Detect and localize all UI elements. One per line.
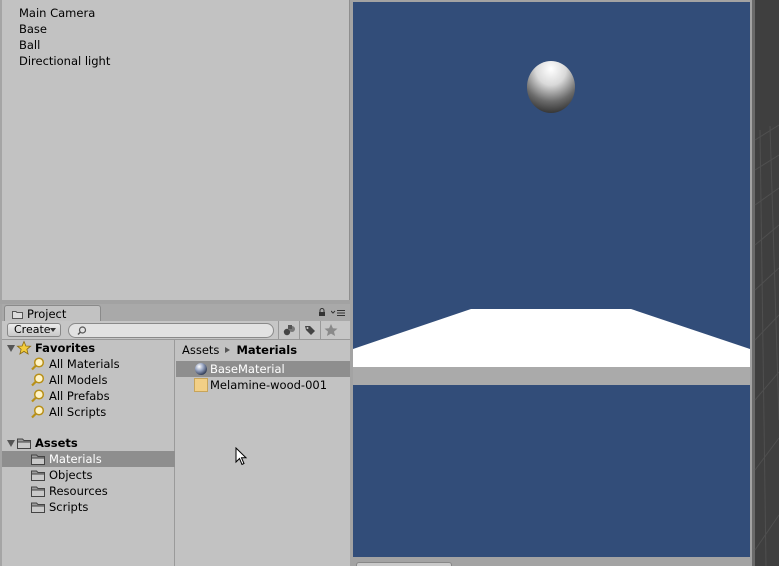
tree-item-materials[interactable]: Materials <box>2 451 175 467</box>
favorite-button[interactable] <box>320 321 340 339</box>
tree-label: All Materials <box>49 357 120 371</box>
hierarchy-item-base[interactable]: Base <box>19 21 47 37</box>
filter-by-label-button[interactable] <box>299 321 319 339</box>
filter-by-type-button[interactable] <box>278 321 298 339</box>
tab-bottom-view[interactable] <box>356 562 452 566</box>
project-folder-tree: Favorites All Materials All Models All P… <box>2 340 175 566</box>
lock-icon[interactable] <box>318 308 326 316</box>
shapes-icon <box>283 325 295 336</box>
project-toolbar: Create <box>2 321 350 340</box>
search-icon <box>31 389 45 403</box>
tree-item-scripts[interactable]: Scripts <box>2 499 175 515</box>
hierarchy-item-directional-light[interactable]: Directional light <box>19 53 110 69</box>
game-scene <box>353 61 750 385</box>
asset-item-melamine-wood-001[interactable]: Melamine-wood-001 <box>176 377 350 393</box>
tree-label: All Models <box>49 373 108 387</box>
panel-menu-icon[interactable] <box>331 309 345 317</box>
tree-item-favorites[interactable]: Favorites <box>2 340 175 356</box>
expand-arrow-icon[interactable] <box>7 440 15 447</box>
asset-label: BaseMaterial <box>210 362 285 376</box>
search-icon <box>31 357 45 371</box>
star-icon <box>324 324 338 336</box>
folder-icon <box>31 486 45 497</box>
hierarchy-item-main-camera[interactable]: Main Camera <box>19 5 95 21</box>
game-view[interactable] <box>353 2 750 557</box>
tree-label: Objects <box>49 468 93 482</box>
tree-label: Assets <box>35 436 78 450</box>
tree-label: Scripts <box>49 500 89 514</box>
search-icon <box>31 373 45 387</box>
star-icon <box>16 340 32 355</box>
tree-label: All Scripts <box>49 405 107 419</box>
tree-item-all-materials[interactable]: All Materials <box>2 356 175 372</box>
folder-icon <box>31 470 45 481</box>
asset-item-basematerial[interactable]: BaseMaterial <box>176 361 350 377</box>
folder-icon <box>12 311 23 319</box>
breadcrumb-separator-icon <box>225 347 231 353</box>
ball-sphere <box>527 61 575 113</box>
search-input[interactable] <box>68 323 274 338</box>
tree-label: All Prefabs <box>49 389 110 403</box>
folder-icon <box>31 454 45 465</box>
tree-label: Resources <box>49 484 108 498</box>
mouse-pointer-icon <box>235 447 248 466</box>
tree-item-all-scripts[interactable]: All Scripts <box>2 404 175 420</box>
project-panel: Project Create Favorites All Materials A… <box>2 304 350 566</box>
material-sphere-icon <box>195 363 207 375</box>
breadcrumb-item-current[interactable]: Materials <box>236 343 297 357</box>
create-button[interactable]: Create <box>7 323 61 337</box>
tree-item-resources[interactable]: Resources <box>2 483 175 499</box>
base-floor-edge <box>353 367 750 385</box>
project-asset-list: Assets Materials BaseMaterial Melamine-wo… <box>176 340 350 566</box>
texture-icon <box>194 378 208 392</box>
tab-project[interactable]: Project <box>4 305 101 322</box>
tree-label: Favorites <box>35 341 96 355</box>
search-icon <box>31 405 45 419</box>
tree-item-objects[interactable]: Objects <box>2 467 175 483</box>
search-icon <box>77 326 87 336</box>
tree-item-assets[interactable]: Assets <box>2 435 175 451</box>
tag-icon <box>305 326 315 335</box>
folder-icon <box>17 438 31 449</box>
breadcrumb: Assets Materials <box>182 343 297 357</box>
scene-view-perspective[interactable] <box>752 0 779 566</box>
hierarchy-panel: Main Camera Base Ball Directional light <box>2 0 350 300</box>
grid-floor <box>752 0 779 566</box>
tree-label: Materials <box>49 452 102 466</box>
tree-item-all-prefabs[interactable]: All Prefabs <box>2 388 175 404</box>
dropdown-caret-icon <box>50 328 56 332</box>
expand-arrow-icon[interactable] <box>7 345 15 352</box>
hierarchy-item-ball[interactable]: Ball <box>19 37 40 53</box>
project-tab-bar: Project <box>2 304 350 322</box>
tab-project-label: Project <box>27 307 67 321</box>
tree-item-all-models[interactable]: All Models <box>2 372 175 388</box>
folder-icon <box>31 502 45 513</box>
base-floor-top <box>353 309 750 367</box>
asset-label: Melamine-wood-001 <box>210 378 328 392</box>
create-button-label: Create <box>14 323 51 336</box>
breadcrumb-item[interactable]: Assets <box>182 343 219 357</box>
